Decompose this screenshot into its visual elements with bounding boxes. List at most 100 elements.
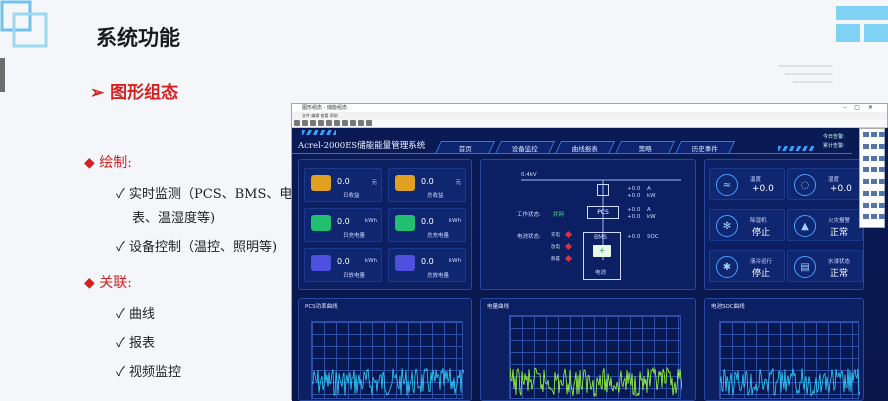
toolbar-icon[interactable] [342,120,348,126]
fire-alarm-icon: ▲ [794,215,816,237]
status-card: ▲ 火灾报警 正常 [787,209,863,241]
slide-subtitle: ➢ 图形组态 [90,83,179,103]
palette-tool-icon[interactable] [871,155,877,161]
toolbar-icon[interactable] [334,120,340,126]
window-titlebar: 图形组态 - 储能组态 –▢✕ [292,104,887,112]
waveform-line [312,367,464,397]
battery-status-label: 电池状态: [517,234,541,240]
voltage-label: 0.4kV [521,172,537,178]
pcs-power-chart: PCS功率曲线 [298,298,472,401]
energy-panel: 0.0 元 日收益 0.0 元 总收益 0.0 kWh 日充电量 0.0 kWh… [298,159,472,290]
palette-tool-icon[interactable] [863,155,869,161]
energy-card: 0.0 kWh 总充电量 [388,208,466,242]
palette-tool-icon[interactable] [871,143,877,149]
palette-tool-icon[interactable] [871,167,877,173]
status-card: ≈ 温度 +0.0 [709,168,785,200]
energy-card: 0.0 kWh 总放电量 [388,248,466,282]
pcs-box[interactable]: PCS [587,206,619,219]
fan-icon: ✻ [716,215,738,237]
energy-card: 0.0 kWh 日放电量 [304,248,382,282]
toolbar-icon[interactable] [326,120,332,126]
status-card: ✱ 液冷运行 停止 [709,250,785,282]
software-window: 图形组态 - 储能组态 –▢✕ 文件 编辑 查看 帮助 Acrel-2000ES… [291,103,888,401]
stripe-decoration [778,146,814,151]
work-status-value: 并网 [553,212,565,218]
toolbar-icon[interactable] [302,120,308,126]
environment-panel: ≈ 温度 +0.0 ◌ 湿度 +0.0 ✻ 除湿机 停止 ▲ 火灾报警 正常 ✱ 液冷运行 停止 ▤… [704,159,864,290]
corner-block-decoration [836,6,888,42]
discharge-icon [311,255,331,271]
tool-palette[interactable] [859,128,885,228]
energy-card: 0.0 元 日收益 [304,168,382,202]
left-accent-bar [0,58,5,92]
chart-plot [311,321,464,399]
status-card: ▤ 水浸状态 正常 [787,250,863,282]
palette-tool-icon[interactable] [879,155,885,161]
energy-chart: 电量曲线 [480,298,696,401]
palette-tool-icon[interactable] [871,190,877,196]
water-leak-icon: ▤ [794,256,816,278]
chart-series [312,367,464,397]
palette-tool-icon[interactable] [863,143,869,149]
waveform-line [510,366,682,398]
section-link-label: ◆ 关联: [84,275,132,291]
palette-tool-icon[interactable] [879,214,885,220]
coin-icon [311,175,331,191]
chart-plot [509,315,682,399]
palette-tool-icon[interactable] [871,179,877,184]
menu-bar[interactable]: 文件 编辑 查看 帮助 [292,112,887,119]
window-controls[interactable]: –▢✕ [843,104,881,112]
palette-tool-icon[interactable] [863,179,869,184]
toolbar-icon[interactable] [366,120,372,126]
toolbar-icon[interactable] [294,120,300,126]
palette-tool-icon[interactable] [863,167,869,173]
energy-card: 0.0 元 总收益 [388,168,466,202]
palette-tool-icon[interactable] [879,202,885,208]
palette-tool-icon[interactable] [879,190,885,196]
meter-icon [597,184,609,196]
window-title: 图形组态 - 储能组态 [302,105,347,111]
battery-icon: + [593,245,611,257]
list-item: ✓ 实时监测（PCS、BMS、电 [116,187,293,202]
toolbar-icon[interactable] [350,120,356,126]
list-item: ✓ 设备控制（温控、照明等) [116,240,278,255]
liquid-cooling-icon: ✱ [716,256,738,278]
palette-tool-icon[interactable] [863,214,869,220]
chart-series [510,366,682,398]
charge-icon [395,215,415,231]
palette-tool-icon[interactable] [871,214,877,220]
waveform-line [720,367,860,397]
list-item: 表、温湿度等) [132,211,216,226]
alarm-summary: 今日告警: 累计告警: [823,134,845,149]
charge-icon [311,215,331,231]
list-item: ✓ 视频监控 [116,365,182,380]
energy-card: 0.0 kWh 日充电量 [304,208,382,242]
stripe-decoration [302,130,336,135]
chart-plot [719,321,860,399]
app-title: Acrel-2000ES储能能量管理系统 [298,141,426,151]
thermometer-icon: ≈ [716,174,738,196]
palette-tool-icon[interactable] [863,190,869,196]
nav-divider [292,153,852,154]
scada-canvas: Acrel-2000ES储能能量管理系统 首页 设备监控 曲线报表 策略 历史事… [292,128,888,401]
palette-tool-icon[interactable] [879,179,885,184]
palette-tool-icon[interactable] [879,132,885,137]
corner-squares-decoration [0,0,48,48]
discharge-icon [395,255,415,271]
chart-series [720,367,860,397]
toolbar-icon[interactable] [318,120,324,126]
toolbar-icon[interactable] [310,120,316,126]
right-lines-decoration [778,65,833,83]
toolbar[interactable] [292,119,887,128]
single-line-diagram: 0.4kV +0.0 A +0.0 kW 工作状态: 并网 PCS +0.0 A… [480,159,696,290]
toolbar-icon[interactable] [358,120,364,126]
palette-tool-icon[interactable] [871,202,877,208]
palette-tool-icon[interactable] [863,132,869,137]
status-card: ◌ 湿度 +0.0 [787,168,863,200]
palette-tool-icon[interactable] [879,143,885,149]
palette-tool-icon[interactable] [871,132,877,137]
palette-tool-icon[interactable] [863,202,869,208]
status-card: ✻ 除湿机 停止 [709,209,785,241]
coin-icon [395,175,415,191]
palette-tool-icon[interactable] [879,167,885,173]
